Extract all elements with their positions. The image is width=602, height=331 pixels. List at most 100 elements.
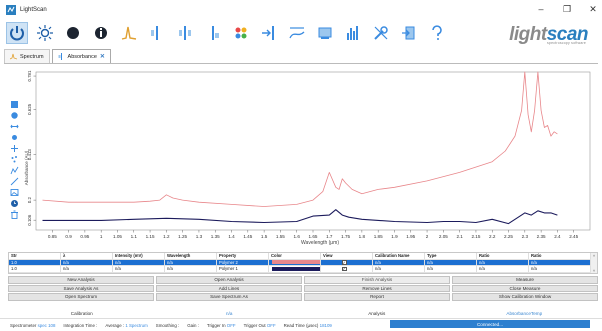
dark-reference-button[interactable] bbox=[62, 22, 84, 44]
chart-side-tools bbox=[10, 100, 20, 219]
tab-spectrum[interactable]: Spectrum bbox=[4, 49, 50, 63]
arrow-line-button[interactable] bbox=[258, 22, 280, 44]
cell-str: 1.0 bbox=[9, 259, 61, 265]
cell-property: Polymer 1 bbox=[217, 266, 269, 272]
cell-view[interactable]: ✓ bbox=[321, 259, 373, 265]
spectrum-button[interactable] bbox=[118, 22, 140, 44]
split-line-2-button[interactable] bbox=[174, 22, 196, 44]
section-labels: Calibration n/a Analysis AbsorbanceTemp bbox=[8, 311, 598, 316]
x-tick-label: 1.8 bbox=[359, 234, 366, 239]
trash-icon[interactable] bbox=[10, 210, 19, 219]
cell-ratio: n/a bbox=[477, 259, 529, 265]
save-spectrum-as-button[interactable]: Save Spectrum As bbox=[156, 293, 302, 301]
column-header: Ratio bbox=[477, 253, 529, 259]
plot-area bbox=[35, 71, 591, 231]
cell-lambda: n/a bbox=[61, 266, 113, 272]
color-swatch bbox=[272, 260, 320, 265]
pointer-icon[interactable] bbox=[10, 111, 19, 120]
table-row[interactable]: 1.0 n/a n/a n/a Polymer 1 ✓ n/a n/a n/a … bbox=[9, 266, 597, 273]
window-button[interactable] bbox=[314, 22, 336, 44]
x-tick-label: 1.6 bbox=[294, 234, 301, 239]
tab-absorbance[interactable]: Absorbance ✕ bbox=[51, 49, 111, 63]
close-measure-button[interactable]: Close Measure bbox=[452, 284, 598, 293]
x-tick-label: 1.1 bbox=[131, 234, 138, 239]
bar-chart-icon bbox=[347, 26, 358, 40]
trigger-in-status: Trigger In OFF bbox=[206, 322, 236, 328]
tools-button[interactable] bbox=[370, 22, 392, 44]
cell-view[interactable]: ✓ bbox=[321, 266, 373, 272]
split-line-button[interactable] bbox=[146, 22, 168, 44]
y-axis-label: Absorbance (AU) bbox=[24, 150, 29, 185]
scatter-icon[interactable] bbox=[10, 155, 19, 164]
column-header: Wavelength bbox=[165, 253, 217, 259]
scroll-down-icon[interactable]: ˅ bbox=[593, 268, 595, 273]
action-buttons: New Analysis Open Analysis Finish Analys… bbox=[8, 276, 598, 301]
line-tool-icon[interactable] bbox=[10, 166, 19, 175]
split-line-icon bbox=[151, 26, 158, 40]
spectrum-tab-icon bbox=[10, 53, 17, 60]
image-icon[interactable] bbox=[10, 188, 19, 197]
save-analysis-as-button[interactable]: Save Analysis As bbox=[8, 284, 154, 293]
x-tick-label: 1 bbox=[100, 234, 103, 239]
scroll-up-icon[interactable]: ˄ bbox=[593, 253, 595, 258]
finish-analysis-button[interactable]: Finish Analysis bbox=[304, 276, 450, 284]
lightscan-window: LightScan – ❐ ✕ lightscan spectroscopy s… bbox=[0, 0, 602, 331]
peak-button[interactable] bbox=[202, 22, 224, 44]
cell-color[interactable] bbox=[269, 266, 321, 272]
export-button[interactable] bbox=[398, 22, 420, 44]
close-tab-icon[interactable]: ✕ bbox=[100, 53, 105, 60]
cell-calibration: n/a bbox=[373, 266, 425, 272]
table-scrollbar[interactable]: ˄ ˅ bbox=[591, 253, 597, 273]
app-icon bbox=[6, 5, 16, 15]
power-button[interactable] bbox=[6, 22, 28, 44]
power-icon bbox=[10, 26, 24, 41]
cell-ratio: n/a bbox=[529, 259, 591, 265]
cell-ratio: n/a bbox=[529, 266, 591, 272]
trend-icon[interactable] bbox=[10, 177, 19, 186]
absorbance-tab-icon bbox=[58, 53, 62, 60]
cell-type: n/a bbox=[425, 259, 477, 265]
light-source-button[interactable] bbox=[34, 22, 56, 44]
x-tick-label: 2.35 bbox=[537, 234, 546, 239]
show-calibration-window-button[interactable]: Show Calibration Window bbox=[452, 293, 598, 301]
hand-icon[interactable] bbox=[10, 133, 19, 142]
measure-button[interactable]: Measure bbox=[452, 276, 598, 284]
spectrum-icon bbox=[121, 26, 137, 40]
maximize-button[interactable]: ❐ bbox=[562, 3, 572, 15]
view-checkbox[interactable]: ✓ bbox=[342, 266, 347, 271]
x-tick-label: 1.75 bbox=[341, 234, 350, 239]
add-lines-button[interactable]: Add Lines bbox=[156, 284, 302, 293]
x-tick-label: 1.3 bbox=[196, 234, 203, 239]
x-tick-label: 1.85 bbox=[374, 234, 383, 239]
remove-lines-button[interactable]: Remove Lines bbox=[304, 284, 450, 293]
zoom-grid-icon[interactable] bbox=[10, 100, 19, 109]
report-button[interactable]: Report bbox=[304, 293, 450, 301]
open-spectrum-button[interactable]: Open Spectrum bbox=[8, 293, 154, 301]
info-button[interactable] bbox=[90, 22, 112, 44]
absorbance-chart[interactable]: 0.85 0.9 0.95 1 1.05 1.1 1.15 1.2 1.25 1.3 1.35 1.4… bbox=[0, 64, 602, 250]
bar-chart-button[interactable] bbox=[342, 22, 364, 44]
x-tick-label: 2.25 bbox=[504, 234, 513, 239]
curve-icon bbox=[289, 27, 305, 39]
horizontal-arrows-icon[interactable] bbox=[10, 122, 19, 131]
trigger-out-status: Trigger Out OFF bbox=[243, 322, 276, 328]
y-tick-label: 0.625 bbox=[27, 103, 32, 115]
close-button[interactable]: ✕ bbox=[588, 3, 598, 15]
cell-str: 1.0 bbox=[9, 266, 61, 272]
view-checkbox[interactable]: ✓ bbox=[342, 260, 347, 265]
x-tick-label: 2.45 bbox=[569, 234, 578, 239]
new-analysis-button[interactable]: New Analysis bbox=[8, 276, 154, 284]
minimize-button[interactable]: – bbox=[536, 3, 546, 15]
color-palette-button[interactable] bbox=[230, 22, 252, 44]
open-analysis-button[interactable]: Open Analysis bbox=[156, 276, 302, 284]
smoothing-status: Smoothing : bbox=[155, 322, 180, 328]
x-tick-label: 1.95 bbox=[406, 234, 415, 239]
curve-button[interactable] bbox=[286, 22, 308, 44]
clock-icon[interactable] bbox=[10, 199, 19, 208]
info-icon bbox=[95, 27, 107, 39]
y-tick-label: 0.2 bbox=[27, 197, 32, 204]
help-button[interactable] bbox=[426, 22, 448, 44]
move-icon[interactable] bbox=[10, 144, 19, 153]
cell-color[interactable] bbox=[269, 259, 321, 265]
export-icon bbox=[402, 26, 415, 40]
